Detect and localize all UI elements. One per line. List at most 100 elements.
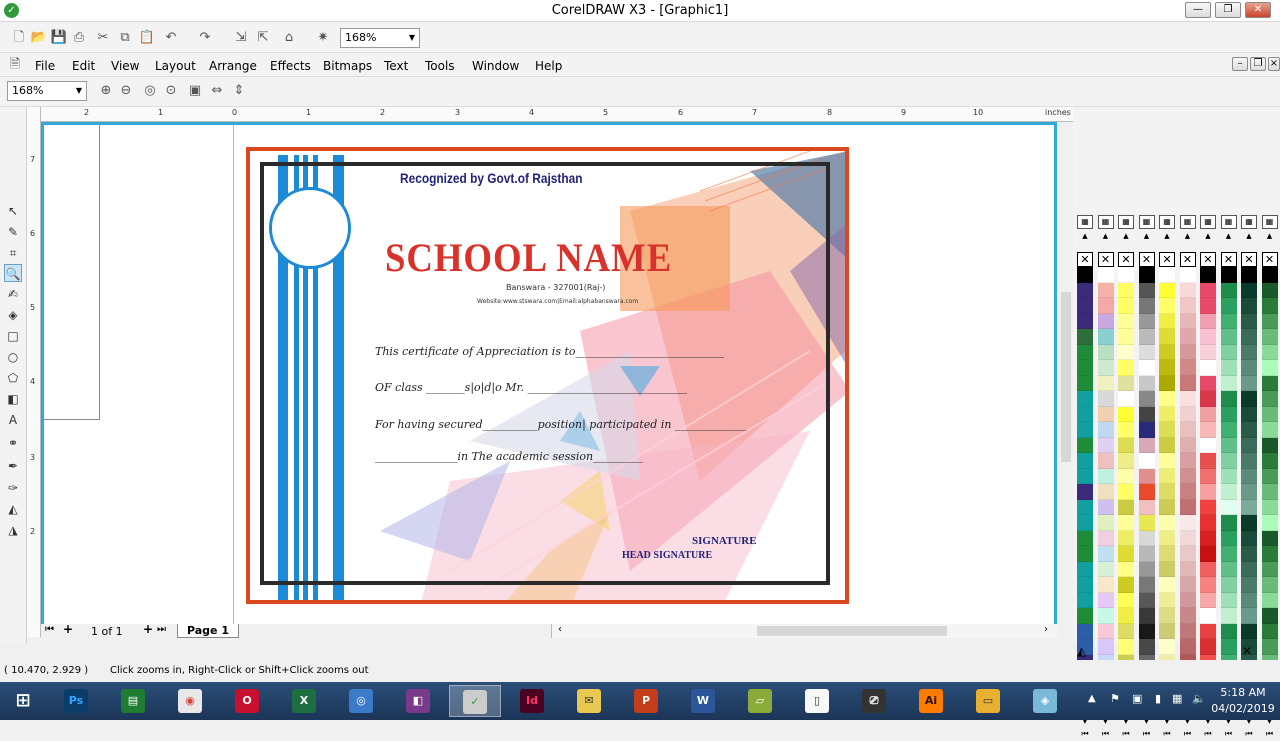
color-swatch[interactable] — [1220, 313, 1237, 329]
color-swatch[interactable] — [1159, 267, 1175, 283]
color-swatch[interactable] — [1097, 282, 1114, 298]
palette-menu-icon[interactable]: ▦ — [1179, 215, 1196, 229]
taskbar-app-word[interactable]: W — [677, 685, 729, 717]
menu-window[interactable]: Window — [472, 59, 519, 73]
session-line[interactable]: _______________in The academic session__… — [375, 450, 643, 463]
scroll-left-icon[interactable]: ‹ — [558, 624, 562, 635]
clock-time[interactable]: 5:18 AM — [1208, 686, 1278, 699]
color-swatch[interactable] — [1138, 577, 1155, 593]
color-swatch[interactable] — [1118, 282, 1134, 298]
palette-menu-icon[interactable]: ▦ — [1241, 215, 1257, 229]
taskbar-app-winrar[interactable]: ◧ — [392, 685, 444, 717]
color-swatch[interactable] — [1179, 391, 1196, 407]
color-swatch[interactable] — [1179, 344, 1196, 360]
color-swatch[interactable] — [1261, 437, 1278, 453]
class-line[interactable]: OF class _______s|o|d|o Mr. ____________… — [375, 381, 687, 394]
fill-tool-icon[interactable]: ◭ — [4, 500, 22, 518]
palette-scroll-up-icon[interactable]: ▲ — [1159, 232, 1175, 242]
color-swatch[interactable] — [1179, 267, 1196, 283]
color-swatch[interactable] — [1179, 468, 1196, 484]
color-swatch[interactable] — [1097, 422, 1114, 438]
no-color-swatch[interactable]: ✕ — [1220, 252, 1237, 267]
color-swatch[interactable] — [1241, 282, 1257, 298]
color-swatch[interactable] — [1220, 453, 1237, 469]
taskbar-app-notes[interactable]: ◈ — [1019, 685, 1071, 717]
palette-scroll-up-icon[interactable]: ▲ — [1180, 232, 1196, 242]
color-swatch[interactable] — [1138, 546, 1155, 562]
taskbar-app-coreldraw[interactable]: ✓ — [449, 685, 501, 717]
color-swatch[interactable] — [1200, 282, 1216, 298]
address-text[interactable]: Banswara - 327001(Raj-) — [506, 283, 605, 292]
menu-effects[interactable]: Effects — [270, 59, 311, 73]
color-swatch[interactable] — [1241, 329, 1257, 345]
color-swatch[interactable] — [1179, 623, 1196, 639]
color-swatch[interactable] — [1097, 623, 1114, 639]
color-swatch[interactable] — [1077, 344, 1093, 360]
color-swatch[interactable] — [1159, 329, 1175, 345]
palette-first-icon[interactable]: ⏮ — [1200, 729, 1216, 741]
palette-scroll-up-icon[interactable]: ▲ — [1139, 232, 1155, 242]
color-swatch[interactable] — [1220, 515, 1237, 531]
color-swatch[interactable] — [1159, 313, 1175, 329]
color-swatch[interactable] — [1159, 360, 1175, 376]
color-swatch[interactable] — [1179, 329, 1196, 345]
color-swatch[interactable] — [1118, 298, 1134, 314]
palette-menu-icon[interactable]: ▦ — [1118, 215, 1134, 229]
color-swatch[interactable] — [1261, 515, 1278, 531]
color-swatch[interactable] — [1241, 546, 1257, 562]
ellipse-tool-icon[interactable]: ○ — [4, 348, 22, 366]
volume-icon[interactable]: 🔈 — [1192, 692, 1206, 705]
palette-menu-icon[interactable]: ▦ — [1200, 215, 1216, 229]
color-swatch[interactable] — [1220, 468, 1237, 484]
no-color-swatch[interactable]: ✕ — [1118, 252, 1134, 267]
color-swatch[interactable] — [1220, 344, 1237, 360]
vertical-scrollbar[interactable] — [1059, 122, 1073, 624]
no-color-swatch[interactable]: ✕ — [1159, 252, 1175, 267]
color-swatch[interactable] — [1179, 515, 1196, 531]
palette-first-icon[interactable]: ⏮ — [1241, 729, 1257, 741]
color-swatch[interactable] — [1138, 561, 1155, 577]
color-swatch[interactable] — [1097, 344, 1114, 360]
appreciation-line[interactable]: This certificate of Appreciation is to__… — [375, 345, 724, 358]
menu-arrange[interactable]: Arrange — [209, 59, 257, 73]
zoom-page-icon[interactable]: ▣ — [186, 82, 204, 100]
color-swatch[interactable] — [1220, 375, 1237, 391]
color-swatch[interactable] — [1097, 499, 1114, 515]
menu-text[interactable]: Text — [384, 59, 408, 73]
color-swatch[interactable] — [1220, 530, 1237, 546]
color-swatch[interactable] — [1220, 422, 1237, 438]
color-swatch[interactable] — [1241, 344, 1257, 360]
color-swatch[interactable] — [1241, 468, 1257, 484]
color-swatch[interactable] — [1138, 406, 1155, 422]
color-swatch[interactable] — [1138, 623, 1155, 639]
export-icon[interactable]: ⇱ — [254, 29, 272, 47]
cut-icon[interactable]: ✂ — [94, 29, 112, 47]
color-swatch[interactable] — [1241, 530, 1257, 546]
color-swatch[interactable] — [1138, 530, 1155, 546]
color-swatch[interactable] — [1097, 592, 1114, 608]
zoom-page-height-icon[interactable]: ⇕ — [230, 82, 248, 100]
color-swatch[interactable] — [1118, 484, 1134, 500]
website-text[interactable]: Website:www.stswara.com|Email:alphabansw… — [477, 298, 638, 305]
doc-restore-button[interactable]: ❐ — [1250, 57, 1266, 71]
freehand-tool-icon[interactable]: ✍ — [4, 285, 22, 303]
property-zoom-select[interactable]: 168% ▼ — [7, 81, 87, 101]
color-swatch[interactable] — [1118, 406, 1134, 422]
color-swatch[interactable] — [1200, 499, 1216, 515]
page-tab[interactable]: Page 1 — [177, 624, 239, 638]
color-swatch[interactable] — [1179, 484, 1196, 500]
color-swatch[interactable] — [1138, 484, 1155, 500]
palette-menu-icon[interactable]: ▦ — [1159, 215, 1175, 229]
vertical-scroll-thumb[interactable] — [1061, 292, 1071, 462]
color-swatch[interactable] — [1200, 468, 1216, 484]
color-swatch[interactable] — [1097, 375, 1114, 391]
color-swatch[interactable] — [1261, 391, 1278, 407]
color-swatch[interactable] — [1159, 608, 1175, 624]
color-swatch[interactable] — [1220, 437, 1237, 453]
color-swatch[interactable] — [1159, 282, 1175, 298]
menu-view[interactable]: View — [111, 59, 139, 73]
color-swatch[interactable] — [1179, 360, 1196, 376]
no-color-swatch[interactable]: ✕ — [1077, 252, 1093, 267]
color-swatch[interactable] — [1241, 561, 1257, 577]
color-swatch[interactable] — [1097, 437, 1114, 453]
